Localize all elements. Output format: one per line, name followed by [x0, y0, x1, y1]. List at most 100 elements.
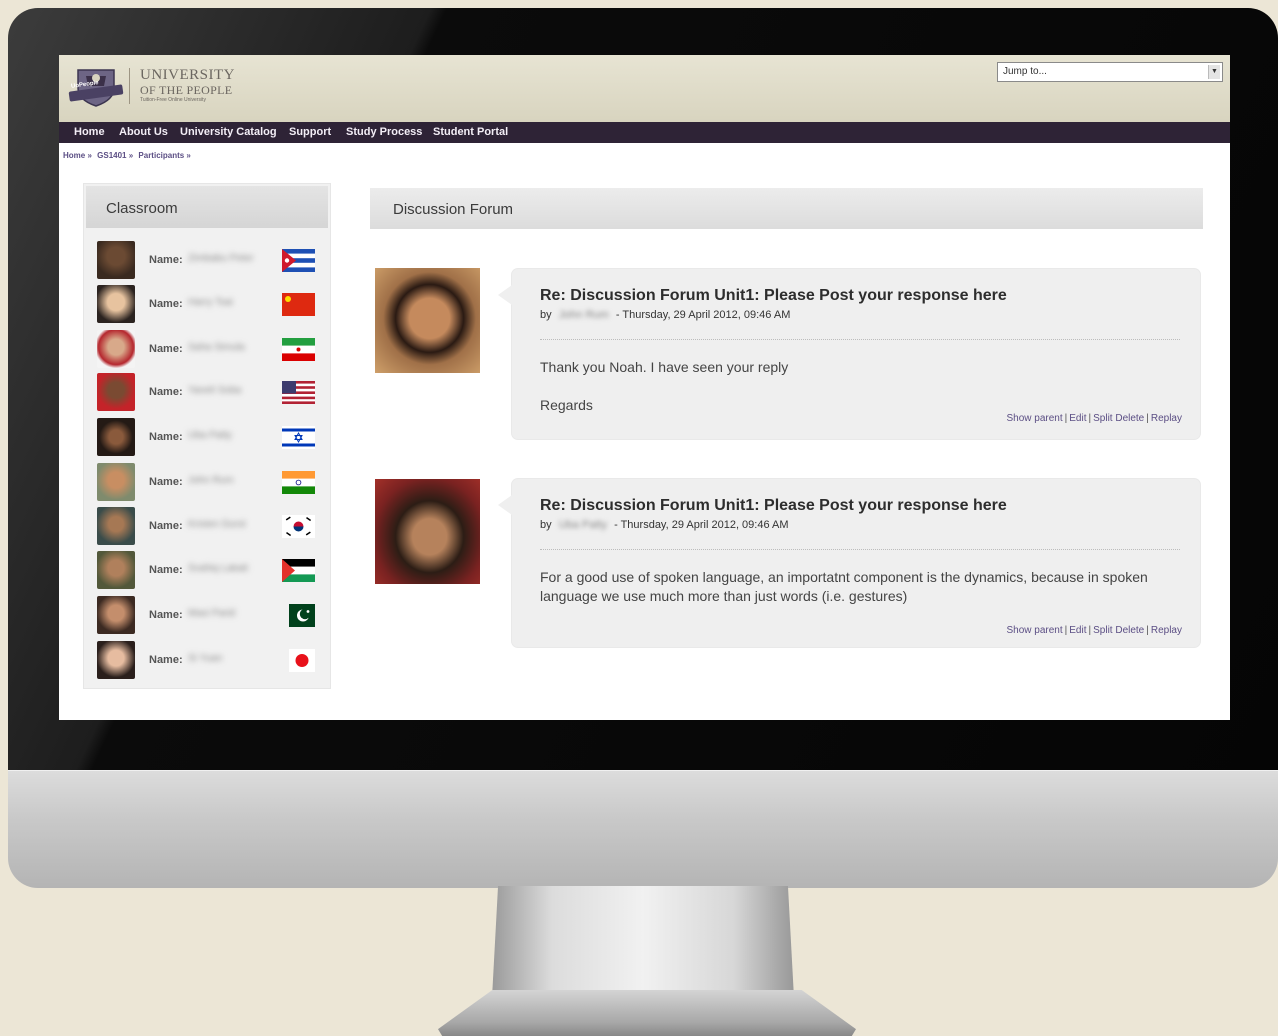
post-body: For a good use of spoken language, an im…	[540, 569, 1148, 604]
post-divider	[540, 549, 1180, 550]
avatar[interactable]	[97, 507, 135, 545]
participant-name: Zimbabu Peter	[188, 253, 254, 264]
post-actions: Show parent | Edit | Split Delete | Replay	[1006, 413, 1183, 424]
participant-name: Si Yuan	[188, 653, 223, 664]
nav-study-process[interactable]: Study Process	[346, 126, 422, 138]
forum-post: Re: Discussion Forum Unit1: Please Post …	[498, 479, 1200, 647]
classroom-title: Classroom	[106, 200, 178, 217]
participant-name: Saha Simula	[188, 342, 245, 353]
forum-header: Discussion Forum	[370, 188, 1203, 229]
avatar[interactable]	[97, 285, 135, 323]
show-parent-link[interactable]: Show parent	[1007, 625, 1063, 636]
post-by-label: by	[540, 519, 552, 531]
reply-link[interactable]: Replay	[1151, 625, 1182, 636]
post-by-label: by	[540, 309, 552, 321]
jump-to-select[interactable]: Jump to... ▼	[997, 62, 1223, 82]
monitor-chin	[8, 770, 1278, 888]
avatar[interactable]	[97, 551, 135, 589]
nav-student-portal[interactable]: Student Portal	[433, 126, 508, 138]
nav-support[interactable]: Support	[289, 126, 331, 138]
india-flag-icon	[282, 471, 315, 494]
participant-name: Uba Patty	[188, 430, 232, 441]
participant-row[interactable]: Name: Maxi Parid	[84, 596, 332, 636]
forum-post: Re: Discussion Forum Unit1: Please Post …	[498, 269, 1200, 439]
split-delete-link[interactable]: Split Delete	[1093, 413, 1144, 424]
nav-about-us[interactable]: About Us	[119, 126, 168, 138]
participant-row[interactable]: Name: Si Yuan	[84, 641, 332, 681]
post-date: - Thursday, 29 April 2012, 09:46 AM	[614, 519, 789, 531]
participant-name: Harry Tsai	[188, 297, 233, 308]
participant-row[interactable]: Name: Harry Tsai	[84, 285, 332, 325]
participant-name-label: Name:	[149, 254, 183, 266]
avatar[interactable]	[97, 418, 135, 456]
participant-name: Maxi Parid	[188, 608, 236, 619]
avatar[interactable]	[97, 596, 135, 634]
avatar[interactable]	[97, 641, 135, 679]
usa-flag-icon	[282, 381, 315, 404]
logo-title-line2: OF THE PEOPLE	[140, 83, 233, 97]
israel-flag-icon	[282, 426, 315, 449]
main-navbar: Home About Us University Catalog Support…	[59, 122, 1230, 143]
nav-home[interactable]: Home	[74, 126, 105, 138]
show-parent-link[interactable]: Show parent	[1007, 413, 1063, 424]
pakistan-flag-icon	[289, 604, 315, 627]
post-author-photo[interactable]	[375, 268, 480, 373]
post-meta: by John Rum - Thursday, 29 April 2012, 0…	[540, 309, 790, 321]
iran-flag-icon	[282, 338, 315, 361]
post-subject[interactable]: Re: Discussion Forum Unit1: Please Post …	[540, 287, 1007, 305]
screen: UoPeople UNIVERSITY OF THE PEOPLE Tuitio…	[59, 55, 1230, 720]
china-flag-icon	[282, 293, 315, 316]
avatar[interactable]	[97, 330, 135, 368]
post-author-photo[interactable]	[375, 479, 480, 584]
palestine-flag-icon	[282, 559, 315, 582]
classroom-panel: Classroom Name: Zimbabu Peter Name: Harr…	[83, 183, 331, 689]
logo-divider	[129, 68, 130, 104]
breadcrumb-participants[interactable]: Participants »	[138, 151, 190, 160]
breadcrumb-course[interactable]: GS1401 »	[97, 151, 133, 160]
japan-flag-icon	[289, 649, 315, 672]
nav-university-catalog[interactable]: University Catalog	[180, 126, 277, 138]
jump-to-value: Jump to...	[1003, 66, 1047, 77]
participant-row[interactable]: Name: Svahiq Lakati	[84, 551, 332, 591]
post-divider	[540, 339, 1180, 340]
participant-name-label: Name:	[149, 564, 183, 576]
post-actions: Show parent | Edit | Split Delete | Replay	[1006, 625, 1183, 636]
monitor-stand-neck	[492, 886, 794, 998]
participant-name-label: Name:	[149, 476, 183, 488]
breadcrumb-home[interactable]: Home »	[63, 151, 92, 160]
post-subject[interactable]: Re: Discussion Forum Unit1: Please Post …	[540, 497, 1007, 515]
south-korea-flag-icon	[282, 515, 315, 538]
site-header: UoPeople UNIVERSITY OF THE PEOPLE Tuitio…	[59, 55, 1230, 122]
participant-name: John Rum	[188, 475, 234, 486]
participant-name: Yaneli Soba	[188, 385, 242, 396]
edit-link[interactable]: Edit	[1069, 625, 1086, 636]
participant-name-label: Name:	[149, 609, 183, 621]
post-date: - Thursday, 29 April 2012, 09:46 AM	[615, 309, 791, 321]
post-author[interactable]: John Rum	[559, 309, 609, 321]
participant-name-label: Name:	[149, 386, 183, 398]
participant-name-label: Name:	[149, 298, 183, 310]
post-body: Thank you Noah. I have seen your reply	[540, 359, 789, 375]
avatar[interactable]	[97, 241, 135, 279]
participant-name-label: Name:	[149, 654, 183, 666]
monitor-stand-foot	[438, 990, 856, 1036]
participant-row[interactable]: Name: Yaneli Soba	[84, 373, 332, 413]
participant-row[interactable]: Name: Kristen Durst	[84, 507, 332, 547]
reply-link[interactable]: Replay	[1151, 413, 1182, 424]
participant-row[interactable]: Name: Uba Patty	[84, 418, 332, 458]
logo-title-line1: UNIVERSITY	[140, 67, 235, 83]
chevron-down-icon[interactable]: ▼	[1208, 65, 1220, 79]
participant-row[interactable]: Name: John Rum	[84, 463, 332, 503]
edit-link[interactable]: Edit	[1069, 413, 1086, 424]
split-delete-link[interactable]: Split Delete	[1093, 625, 1144, 636]
avatar[interactable]	[97, 463, 135, 501]
forum-title: Discussion Forum	[393, 201, 514, 218]
post-author[interactable]: Uba Patty	[559, 519, 607, 531]
participant-name: Svahiq Lakati	[188, 563, 249, 574]
classroom-header: Classroom	[86, 186, 328, 228]
participant-row[interactable]: Name: Saha Simula	[84, 330, 332, 370]
participant-name-label: Name:	[149, 431, 183, 443]
post-meta: by Uba Patty - Thursday, 29 April 2012, …	[540, 519, 789, 531]
participant-row[interactable]: Name: Zimbabu Peter	[84, 241, 332, 281]
avatar[interactable]	[97, 373, 135, 411]
